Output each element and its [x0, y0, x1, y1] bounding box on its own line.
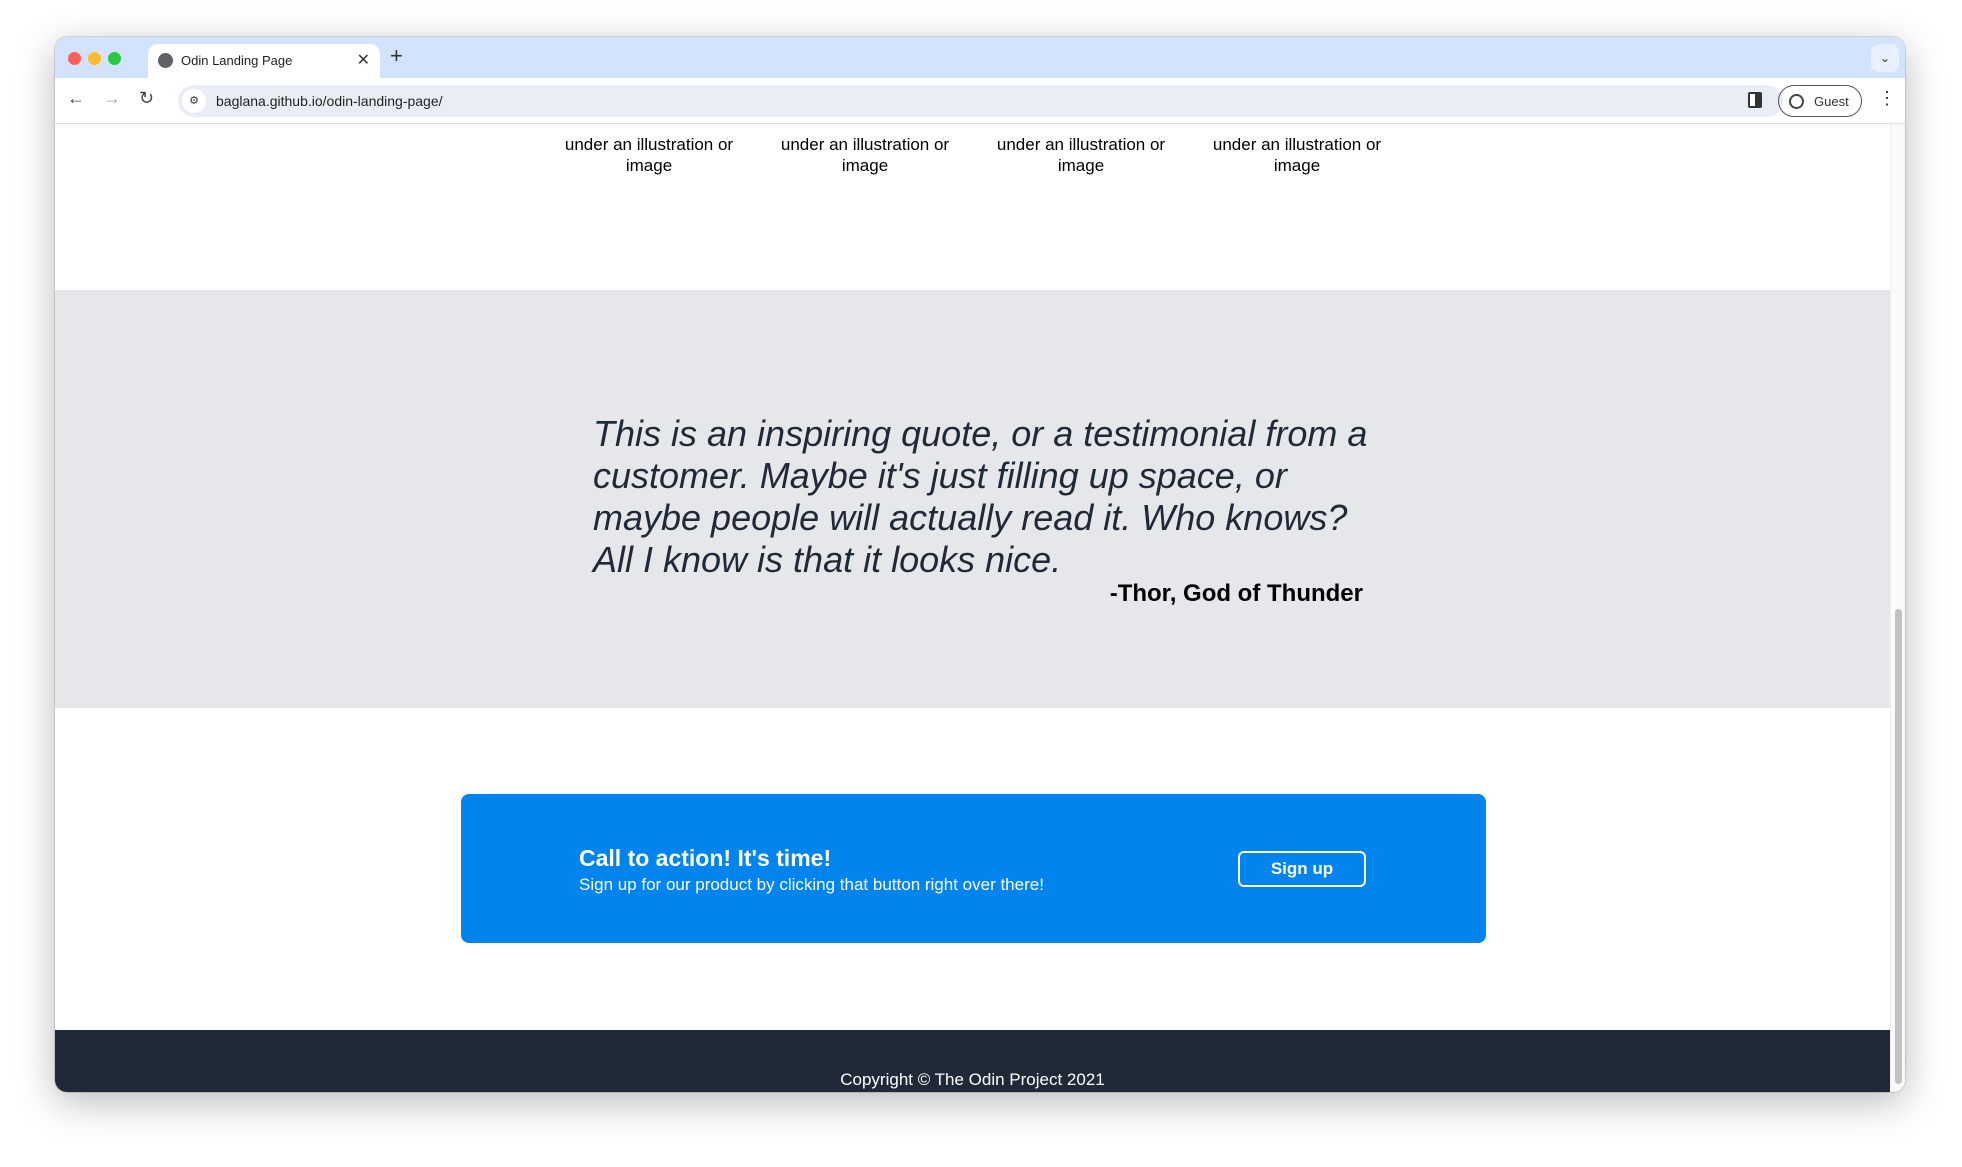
close-window-button[interactable] [68, 52, 81, 65]
forward-icon[interactable]: → [103, 88, 121, 109]
quote-text: This is an inspiring quote, or a testimo… [593, 413, 1368, 580]
scrollbar-thumb[interactable] [1895, 609, 1902, 1084]
maximize-window-button[interactable] [108, 52, 121, 65]
feature-caption: under an illustration or image [996, 135, 1166, 175]
toolbar: ← → ↻ ⚙ baglana.github.io/odin-landing-p… [55, 78, 1905, 124]
address-bar[interactable]: ⚙ baglana.github.io/odin-landing-page/ [178, 85, 1783, 117]
minimize-window-button[interactable] [88, 52, 101, 65]
feature-caption: under an illustration or image [1212, 135, 1382, 175]
site-settings-icon[interactable]: ⚙ [182, 89, 206, 113]
call-to-action: Call to action! It's time! Sign up for o… [461, 794, 1486, 943]
footer: Copyright © The Odin Project 2021 [55, 1030, 1890, 1092]
copyright-text: Copyright © The Odin Project 2021 [840, 1070, 1105, 1089]
cta-title: Call to action! It's time! [579, 845, 832, 871]
close-tab-icon[interactable]: ✕ [357, 50, 370, 70]
url-text[interactable]: baglana.github.io/odin-landing-page/ [216, 93, 443, 109]
feature-caption: under an illustration or image [564, 135, 734, 175]
profile-icon [1789, 94, 1804, 109]
sign-up-button[interactable]: Sign up [1238, 851, 1366, 887]
scrollbar[interactable] [1890, 124, 1905, 1092]
back-icon[interactable]: ← [67, 88, 85, 109]
feature-caption: under an illustration or image [780, 135, 950, 175]
cta-subtitle: Sign up for our product by clicking that… [579, 875, 1044, 894]
tab-bar: Odin Landing Page ✕ + ⌄ [55, 37, 1905, 78]
chevron-down-icon[interactable]: ⌄ [1871, 44, 1899, 72]
quote-author: -Thor, God of Thunder [1109, 580, 1363, 607]
browser-window: Odin Landing Page ✕ + ⌄ ← → ↻ ⚙ baglana.… [55, 37, 1905, 1092]
globe-icon [158, 53, 173, 68]
side-panel-icon[interactable] [1748, 92, 1762, 108]
profile-label: Guest [1814, 94, 1849, 109]
profile-button[interactable]: Guest [1778, 85, 1862, 117]
page-content: under an illustration or image under an … [55, 124, 1890, 1092]
new-tab-icon[interactable]: + [390, 43, 403, 69]
menu-icon[interactable]: ⋮ [1878, 88, 1896, 109]
quote-section: This is an inspiring quote, or a testimo… [55, 290, 1890, 708]
tab-title: Odin Landing Page [181, 53, 293, 68]
tab-active[interactable]: Odin Landing Page ✕ [148, 44, 380, 78]
reload-icon[interactable]: ↻ [139, 88, 154, 109]
